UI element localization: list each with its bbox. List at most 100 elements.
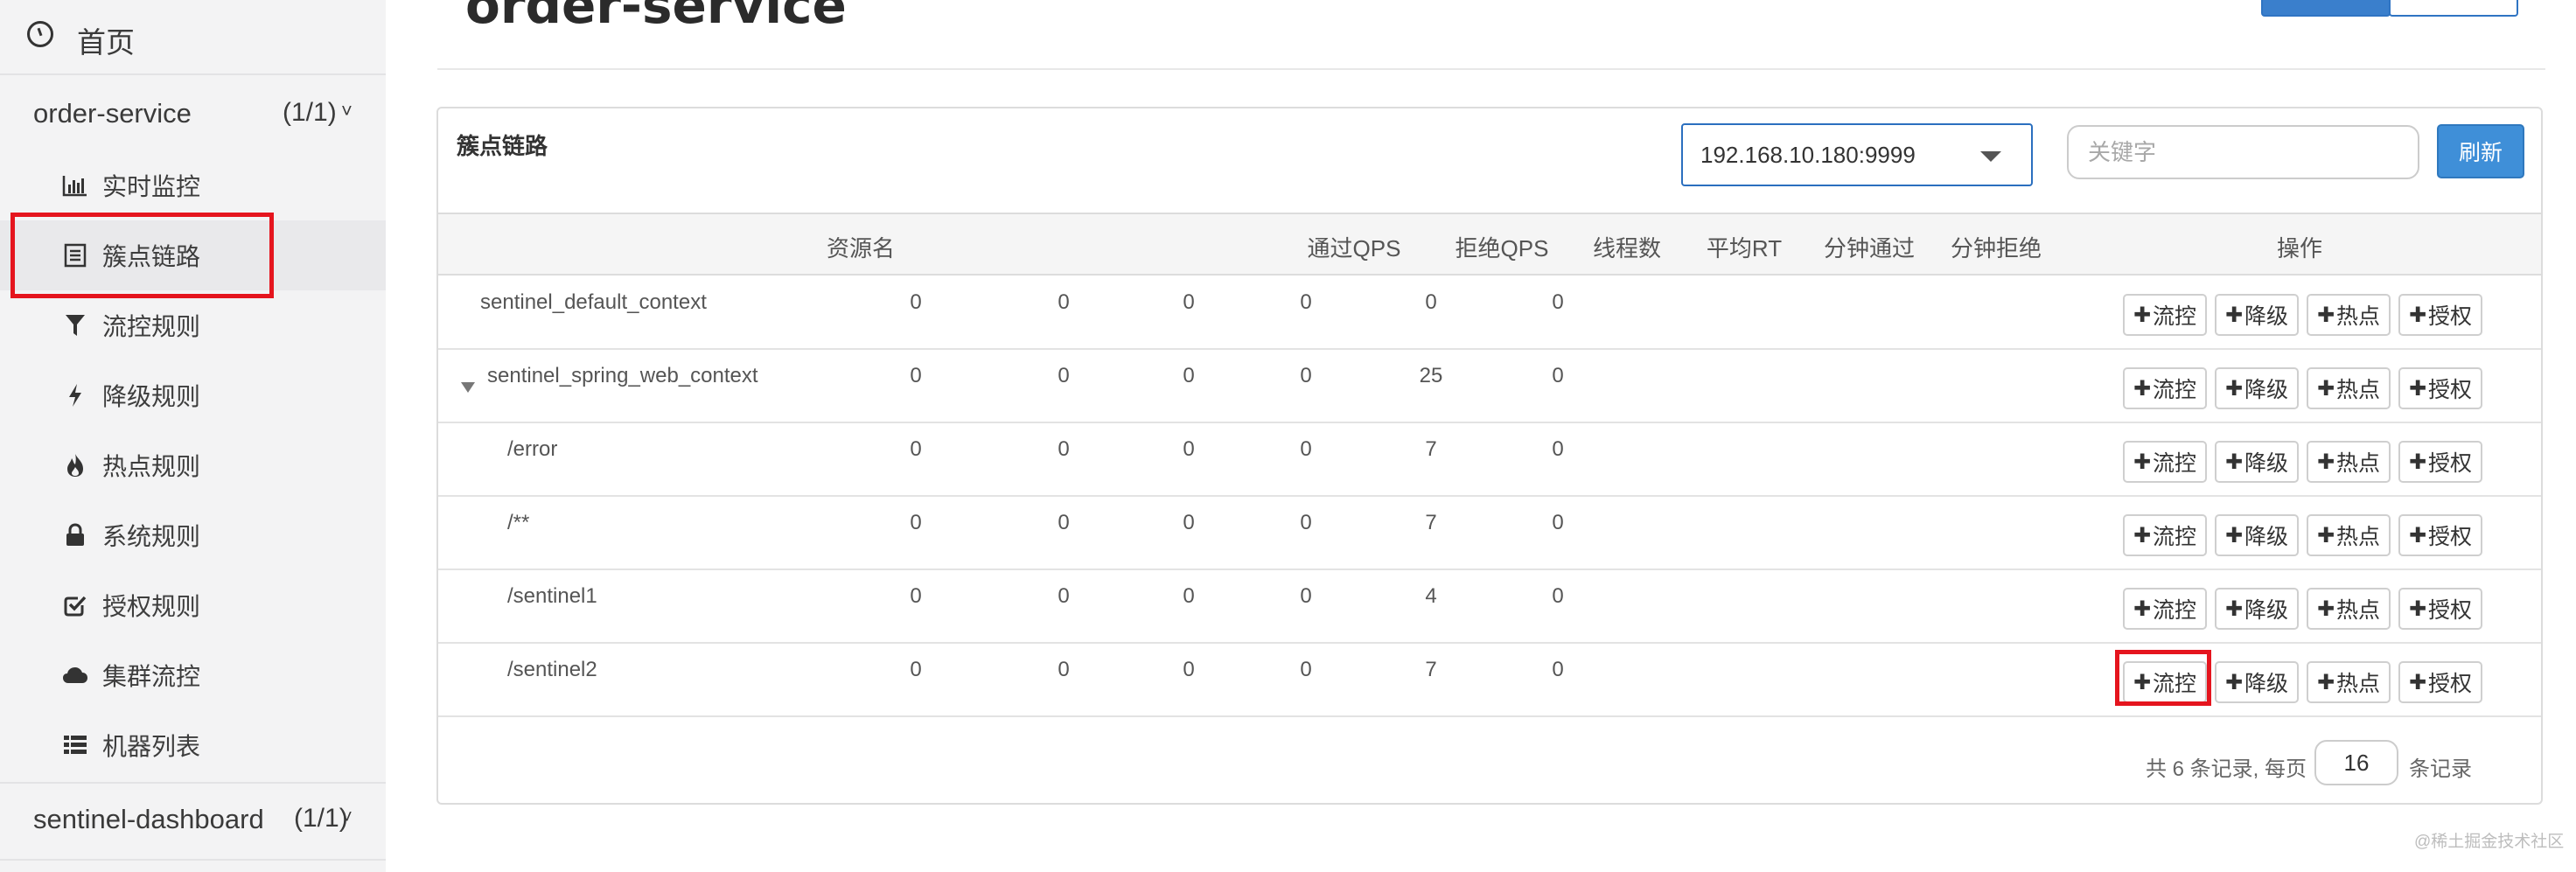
action-label: 流控 bbox=[2153, 304, 2197, 329]
app-name: sentinel-dashboard bbox=[33, 804, 264, 834]
plus-icon: ✚ bbox=[2133, 596, 2152, 621]
degrade-action-button[interactable]: ✚ 降级 bbox=[2215, 294, 2299, 336]
table-row: sentinel_spring_web_context 0 0 0 0 25 0 ✚ 流控 ✚ 降级… bbox=[438, 350, 2541, 423]
cell-threads: 0 bbox=[1183, 364, 1195, 387]
plus-icon: ✚ bbox=[2133, 376, 2152, 401]
sidebar-app-order-service[interactable]: order-service (1/1) ˅ bbox=[0, 98, 386, 133]
auth-action-button[interactable]: ✚ 授权 bbox=[2398, 367, 2482, 409]
hot-action-button[interactable]: ✚ 热点 bbox=[2307, 661, 2391, 703]
column-header: 平均RT bbox=[1706, 235, 1783, 262]
action-label: 降级 bbox=[2244, 672, 2289, 696]
action-label: 授权 bbox=[2428, 672, 2473, 696]
action-label: 降级 bbox=[2244, 598, 2289, 623]
resource-name: /sentinel1 bbox=[507, 584, 597, 608]
refresh-button[interactable]: 刷新 bbox=[2437, 124, 2524, 178]
plus-icon: ✚ bbox=[2133, 303, 2152, 327]
cell-avg-rt: 0 bbox=[1300, 658, 1312, 681]
hot-action-button[interactable]: ✚ 热点 bbox=[2307, 514, 2391, 556]
cell-block-qps: 0 bbox=[1058, 511, 1070, 534]
sidebar-item-label: 热点规则 bbox=[102, 453, 201, 480]
plus-icon: ✚ bbox=[2316, 596, 2335, 621]
chevron-down-icon: ˅ bbox=[341, 100, 353, 122]
sidebar-item-label: 系统规则 bbox=[102, 523, 201, 550]
sidebar-item-machines[interactable]: 机器列表 bbox=[0, 710, 386, 780]
watermark: @稀土掘金技术社区 bbox=[2414, 833, 2565, 851]
table-row: /** 0 0 0 0 7 0 ✚ 流控 ✚ 降级 ✚ 热点 ✚ 授权 bbox=[438, 497, 2541, 570]
plus-icon: ✚ bbox=[2408, 450, 2427, 474]
cell-avg-rt: 0 bbox=[1300, 364, 1312, 387]
expand-triangle-icon[interactable] bbox=[461, 382, 475, 393]
filter-icon bbox=[61, 311, 89, 339]
view-toggle-left[interactable] bbox=[2261, 0, 2391, 17]
action-label: 授权 bbox=[2428, 598, 2473, 623]
auth-action-button[interactable]: ✚ 授权 bbox=[2398, 514, 2482, 556]
degrade-action-button[interactable]: ✚ 降级 bbox=[2215, 661, 2299, 703]
hot-action-button[interactable]: ✚ 热点 bbox=[2307, 367, 2391, 409]
column-header: 分钟通过 bbox=[1823, 235, 1916, 262]
sidebar-app-sentinel-dashboard[interactable]: sentinel-dashboard (1/1) ˅ bbox=[0, 804, 386, 839]
auth-action-button[interactable]: ✚ 授权 bbox=[2398, 588, 2482, 630]
divider bbox=[437, 68, 2545, 70]
resource-name: sentinel_default_context bbox=[480, 290, 707, 314]
auth-action-button[interactable]: ✚ 授权 bbox=[2398, 661, 2482, 703]
sidebar-item-hot-rules[interactable]: 热点规则 bbox=[0, 430, 386, 500]
machine-select[interactable]: 192.168.10.180:9999 bbox=[1681, 123, 2033, 186]
flow-action-button[interactable]: ✚ 流控 bbox=[2123, 514, 2207, 556]
action-label: 授权 bbox=[2428, 451, 2473, 476]
degrade-action-button[interactable]: ✚ 降级 bbox=[2215, 588, 2299, 630]
pagination-summary: 共 6 条记录, 每页 bbox=[2146, 757, 2307, 781]
column-header: 操作 bbox=[2276, 235, 2323, 262]
action-label: 流控 bbox=[2153, 451, 2197, 476]
column-header: 分钟拒绝 bbox=[1950, 235, 2042, 262]
hot-action-button[interactable]: ✚ 热点 bbox=[2307, 441, 2391, 483]
table-row: /sentinel2 0 0 0 0 7 0 ✚ 流控 ✚ 降级 ✚ 热点 ✚ 授权 bbox=[438, 644, 2541, 717]
plus-icon: ✚ bbox=[2316, 523, 2335, 548]
resource-name: sentinel_spring_web_context bbox=[487, 364, 758, 387]
resource-name: /error bbox=[507, 437, 558, 461]
sidebar-item-degrade-rules[interactable]: 降级规则 bbox=[0, 360, 386, 430]
degrade-action-button[interactable]: ✚ 降级 bbox=[2215, 514, 2299, 556]
flow-action-button[interactable]: ✚ 流控 bbox=[2123, 588, 2207, 630]
auth-action-button[interactable]: ✚ 授权 bbox=[2398, 294, 2482, 336]
plus-icon: ✚ bbox=[2408, 376, 2427, 401]
sidebar-item-realtime[interactable]: 实时监控 bbox=[0, 150, 386, 220]
plus-icon: ✚ bbox=[2408, 596, 2427, 621]
page-size-input[interactable]: 16 bbox=[2314, 740, 2398, 785]
flow-action-button[interactable]: ✚ 流控 bbox=[2123, 441, 2207, 483]
flow-action-button[interactable]: ✚ 流控 bbox=[2123, 367, 2207, 409]
sidebar-item-flow-rules[interactable]: 流控规则 bbox=[0, 290, 386, 360]
cell-block-qps: 0 bbox=[1058, 364, 1070, 387]
hot-action-button[interactable]: ✚ 热点 bbox=[2307, 588, 2391, 630]
plus-icon: ✚ bbox=[2316, 303, 2335, 327]
cell-block-qps: 0 bbox=[1058, 437, 1070, 461]
degrade-action-button[interactable]: ✚ 降级 bbox=[2215, 367, 2299, 409]
hot-action-button[interactable]: ✚ 热点 bbox=[2307, 294, 2391, 336]
plus-icon: ✚ bbox=[2224, 596, 2244, 621]
cell-avg-rt: 0 bbox=[1300, 290, 1312, 314]
degrade-action-button[interactable]: ✚ 降级 bbox=[2215, 441, 2299, 483]
sidebar-item-cluster-flow[interactable]: 集群流控 bbox=[0, 640, 386, 710]
sidebar-home[interactable]: 首页 bbox=[0, 19, 386, 59]
table-row: /sentinel1 0 0 0 0 4 0 ✚ 流控 ✚ 降级 ✚ 热点 ✚ 授权 bbox=[438, 570, 2541, 644]
column-header: 线程数 bbox=[1592, 235, 1662, 262]
auth-action-button[interactable]: ✚ 授权 bbox=[2398, 441, 2482, 483]
view-toggle-right[interactable] bbox=[2389, 0, 2518, 17]
plus-icon: ✚ bbox=[2316, 376, 2335, 401]
table-row: sentinel_default_context 0 0 0 0 0 0 ✚ 流控 ✚ 降级 ✚ 热点 ✚… bbox=[438, 276, 2541, 350]
cell-block-qps: 0 bbox=[1058, 584, 1070, 608]
fire-icon bbox=[61, 451, 89, 479]
cell-min-pass: 0 bbox=[1425, 290, 1437, 314]
plus-icon: ✚ bbox=[2224, 670, 2244, 694]
sidebar-item-auth-rules[interactable]: 授权规则 bbox=[0, 570, 386, 640]
search-input[interactable] bbox=[2067, 125, 2419, 179]
plus-icon: ✚ bbox=[2224, 450, 2244, 474]
lock-icon bbox=[61, 521, 89, 549]
caret-down-icon bbox=[1980, 151, 2001, 162]
sidebar-item-system-rules[interactable]: 系统规则 bbox=[0, 500, 386, 570]
cell-avg-rt: 0 bbox=[1300, 584, 1312, 608]
action-label: 热点 bbox=[2336, 598, 2381, 623]
action-label: 热点 bbox=[2336, 525, 2381, 549]
flow-action-button[interactable]: ✚ 流控 bbox=[2123, 294, 2207, 336]
list-icon bbox=[61, 731, 89, 759]
cell-min-block: 0 bbox=[1552, 364, 1564, 387]
